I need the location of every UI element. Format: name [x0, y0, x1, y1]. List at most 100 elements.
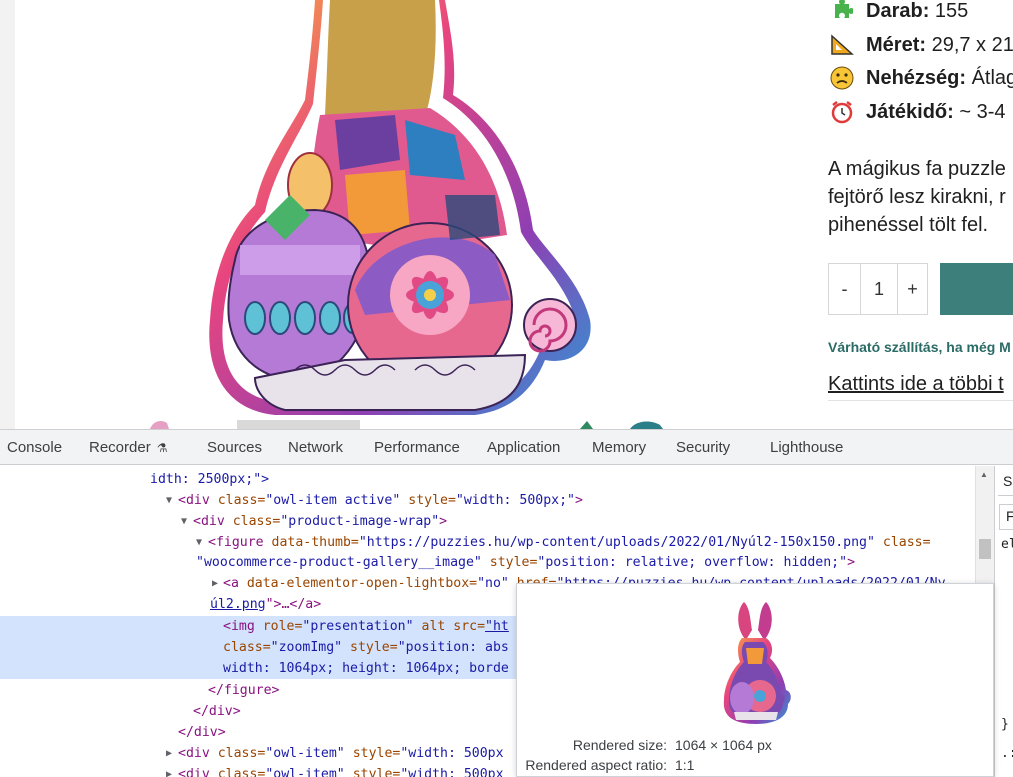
attr-value: "position: relative; overflow: hidden;": [537, 555, 848, 570]
quantity-stepper: - 1 +: [828, 263, 928, 315]
tab-performance[interactable]: Performance: [374, 430, 460, 465]
tag-close: </figure>: [208, 683, 280, 698]
puzzle-piece-icon: [828, 0, 856, 24]
tag-name: <a: [223, 576, 239, 591]
dom-node-line[interactable]: <figure data-thumb="https://puzzies.hu/w…: [208, 532, 931, 553]
dom-node-line[interactable]: <div class="product-image-wrap">: [193, 511, 447, 532]
attr-value: "width: 500px;": [455, 493, 575, 508]
ruler-triangle-icon: [828, 32, 856, 58]
tag-name: <div: [178, 493, 210, 508]
attr-link[interactable]: "ht: [485, 619, 509, 634]
page-gutter: [0, 0, 15, 429]
product-description: A mágikus fa puzzle fejtörő lesz kirakni…: [828, 155, 1013, 239]
tag-close: >: [439, 514, 448, 529]
tab-memory[interactable]: Memory: [592, 430, 646, 465]
spec-playtime-label: Játékidő:: [866, 100, 954, 123]
scroll-up-arrow-icon[interactable]: ▲: [980, 470, 988, 479]
quantity-decrease-button[interactable]: -: [829, 264, 861, 314]
attr-name: alt: [413, 619, 446, 634]
aspect-ratio-value: 1:1: [675, 757, 695, 773]
tab-styles[interactable]: S: [998, 466, 1013, 496]
tag-name: <div: [178, 767, 210, 777]
attr-link[interactable]: úl2.png: [210, 597, 266, 612]
rendered-size-label: Rendered size:: [572, 737, 667, 753]
tab-label: Recorder: [89, 439, 151, 456]
style-rule-start: .:: [1001, 746, 1013, 761]
collapse-triangle-icon[interactable]: ▶: [166, 764, 172, 777]
attr-name: style=: [481, 555, 538, 570]
attr-name: class=: [223, 640, 271, 655]
tab-label: Sources: [207, 439, 263, 456]
tab-label: Network: [288, 439, 344, 456]
quantity-increase-button[interactable]: +: [897, 264, 927, 314]
tag-close: >: [847, 555, 856, 570]
dom-node-line[interactable]: <div class="owl-item" style="width: 500p…: [178, 764, 504, 777]
attr-name: src=: [445, 619, 486, 634]
tab-security[interactable]: Security: [676, 430, 730, 465]
dom-node-line[interactable]: </div>: [178, 722, 226, 743]
alarm-clock-icon: [828, 99, 856, 125]
tag-close: >: [575, 493, 583, 508]
spec-size: Méret: 29,7 x 21: [828, 32, 1013, 58]
attr-name: data-thumb=: [263, 535, 359, 550]
attr-name: class=: [209, 493, 266, 508]
tab-network[interactable]: Network: [288, 430, 343, 465]
attr-name: class=: [209, 767, 266, 777]
dom-node-line[interactable]: class="zoomImg" style="position: abs: [223, 637, 509, 658]
dom-node-line[interactable]: </figure>: [208, 680, 279, 701]
dom-node-line[interactable]: idth: 2500px;">: [150, 469, 269, 490]
attr-value: "owl-item": [265, 746, 345, 761]
product-info: Darab: 155 Méret: 29,7 x 21 Nehézség: Át…: [828, 0, 1013, 429]
attr-value: "presentation": [302, 619, 414, 634]
style-rule-brace: }: [1001, 717, 1009, 732]
tag-name: <div: [178, 746, 210, 761]
tag-name: <div: [193, 514, 225, 529]
confused-face-icon: [828, 65, 856, 91]
dom-node-line[interactable]: </div>: [193, 701, 241, 722]
tab-recorder[interactable]: Recorder ⚗: [89, 430, 167, 465]
image-preview-tooltip: Rendered size: 1064 × 1064 px Rendered a…: [516, 583, 994, 777]
spec-pieces-value: 155: [934, 0, 969, 22]
attr-value: "width: 500px: [400, 767, 504, 777]
attr-name: class=: [209, 746, 266, 761]
tab-application[interactable]: Application: [487, 430, 560, 465]
attr-value: width: 1064px; height: 1064px; borde: [223, 661, 509, 676]
dom-node-line[interactable]: "woocommerce-product-gallery__image" sty…: [196, 552, 855, 573]
quantity-input[interactable]: 1: [861, 264, 897, 314]
styles-filter-input[interactable]: F: [999, 504, 1013, 530]
spec-pieces: Darab: 155: [828, 0, 968, 24]
dom-node-line[interactable]: úl2.png">…</a>: [210, 594, 321, 615]
expand-triangle-icon[interactable]: ▼: [196, 532, 202, 553]
dom-node-line[interactable]: <div class="owl-item" style="width: 500p…: [178, 743, 504, 764]
dom-node-line[interactable]: <div class="owl-item active" style="widt…: [178, 490, 583, 511]
attr-name: style=: [344, 746, 401, 761]
spec-difficulty: Nehézség: Átlag: [828, 65, 1013, 91]
scroll-thumb[interactable]: [979, 539, 991, 559]
shipping-notice: Várható szállítás, ha még M: [828, 339, 1011, 355]
tab-sources[interactable]: Sources: [207, 430, 262, 465]
collapse-triangle-icon[interactable]: ▶: [212, 573, 218, 594]
description-line: A mágikus fa puzzle: [828, 158, 1006, 180]
collapse-triangle-icon[interactable]: ▶: [166, 743, 172, 764]
tab-lighthouse[interactable]: Lighthouse: [770, 430, 843, 465]
tab-label: Application: [487, 439, 561, 456]
spec-difficulty-value: Átlag: [971, 66, 1013, 89]
tab-label: Security: [676, 439, 731, 456]
thumbnail-strip[interactable]: [237, 420, 360, 429]
add-to-cart-button[interactable]: [940, 263, 1013, 315]
dom-node-line[interactable]: <img role="presentation" alt src="ht: [223, 616, 509, 637]
attr-value: idth: 2500px;">: [150, 472, 270, 487]
expand-triangle-icon[interactable]: ▼: [166, 490, 172, 511]
tab-label: Performance: [374, 439, 460, 456]
attr-value: "width: 500px: [400, 746, 504, 761]
rendered-size-value: 1064 × 1064 px: [675, 737, 772, 753]
rabbit-puzzle-image[interactable]: [195, 0, 595, 420]
dom-node-line[interactable]: width: 1064px; height: 1064px; borde: [223, 658, 509, 679]
expand-triangle-icon[interactable]: ▼: [181, 511, 187, 532]
tab-console[interactable]: Console: [7, 430, 62, 465]
tag-close: </a>: [289, 597, 322, 612]
thumbnail-right[interactable]: [575, 419, 670, 429]
rabbit-thumbnail-image: [723, 602, 791, 724]
thumbnail-left[interactable]: [145, 419, 175, 429]
more-products-link[interactable]: Kattints ide a többi t: [828, 373, 1004, 396]
